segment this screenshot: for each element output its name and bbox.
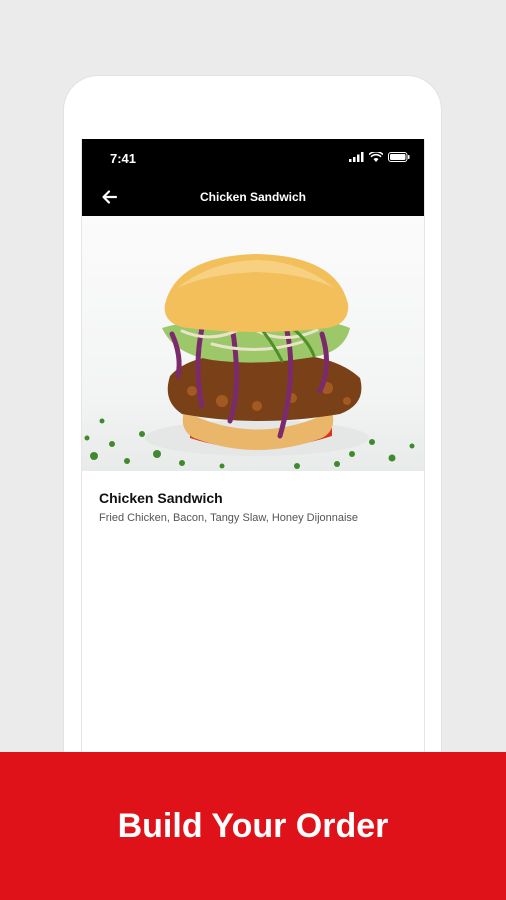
wifi-icon bbox=[369, 152, 383, 162]
signal-icon bbox=[349, 152, 364, 162]
status-icons bbox=[349, 152, 410, 162]
status-bar: 7:41 bbox=[82, 139, 424, 177]
chicken-sandwich-image bbox=[84, 254, 415, 469]
app-bar-title: Chicken Sandwich bbox=[199, 189, 307, 204]
back-arrow-icon[interactable] bbox=[100, 187, 120, 207]
build-your-order-button[interactable]: Build Your Order bbox=[0, 752, 506, 900]
app-screen: 7:41 Chicken Sandwich Chicken Sandwich F… bbox=[81, 139, 425, 779]
item-photo bbox=[82, 216, 424, 471]
item-description: Fried Chicken, Bacon, Tangy Slaw, Honey … bbox=[99, 512, 359, 524]
status-time: 7:41 bbox=[110, 151, 137, 166]
item-details: Chicken Sandwich Fried Chicken, Bacon, T… bbox=[82, 471, 424, 545]
battery-icon bbox=[388, 152, 410, 162]
item-name: Chicken Sandwich bbox=[99, 490, 223, 506]
app-bar: Chicken Sandwich bbox=[82, 177, 424, 216]
